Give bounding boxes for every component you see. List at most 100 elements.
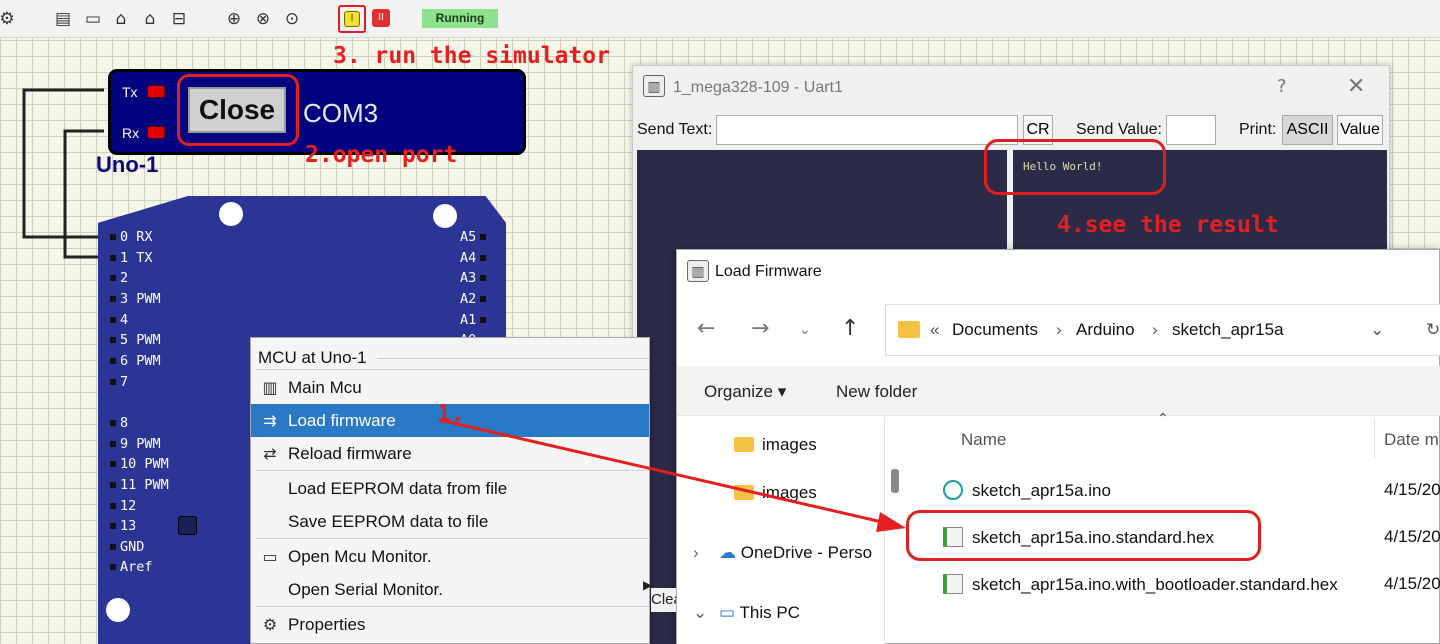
annotation-step2: 2.open port (305, 142, 458, 168)
board-pin[interactable]: GND (110, 539, 144, 555)
menu-separator (256, 369, 649, 370)
column-divider (1374, 418, 1375, 458)
board-pin[interactable]: 3 PWM (110, 291, 161, 307)
board-pin[interactable]: 8 (110, 415, 128, 431)
menu-item-reload-firmware[interactable]: ⇄ Reload firmware (251, 437, 649, 470)
nav-onedrive[interactable]: ☁ OneDrive - Perso (719, 543, 872, 563)
menu-separator (256, 538, 649, 539)
gear-icon: ⚙ (262, 615, 278, 634)
column-name[interactable]: Name (961, 430, 1006, 450)
board-pin[interactable]: Aref (110, 559, 153, 575)
file-date: 4/15/20 (1384, 527, 1440, 546)
board-pin-analog[interactable]: A2 (460, 291, 487, 307)
zoom-in-icon[interactable]: ⊕ (223, 8, 245, 30)
chevron-down-icon[interactable]: ⌄ (1370, 320, 1384, 340)
reload-icon: ⇄ (263, 444, 277, 463)
board-pin[interactable]: 11 PWM (110, 477, 169, 493)
menu-item-open-mcu-monitor[interactable]: ▭ Open Mcu Monitor. (251, 540, 649, 573)
forward-icon[interactable]: → (751, 316, 769, 341)
board-pin-analog[interactable]: A4 (460, 250, 487, 266)
rx-label: Rx (122, 125, 140, 141)
nav-this-pc[interactable]: ▭ This PC (719, 603, 800, 623)
menu-item-save-eeprom[interactable]: Save EEPROM data to file (251, 505, 649, 538)
send-value-input[interactable] (1166, 115, 1216, 145)
menu-item-load-eeprom[interactable]: Load EEPROM data from file (251, 472, 649, 505)
board-pin-analog[interactable]: A1 (460, 312, 487, 328)
mount-hole (219, 202, 243, 226)
overflow-icon[interactable]: « (930, 320, 939, 340)
dialog-title: Load Firmware (715, 263, 822, 280)
menu-item-properties[interactable]: ⚙ Properties (251, 608, 649, 641)
board-pin-analog[interactable]: A3 (460, 270, 487, 286)
column-date[interactable]: Date m (1384, 430, 1439, 450)
menu-item-open-serial-monitor[interactable]: Open Serial Monitor. (251, 573, 649, 606)
breadcrumb-item[interactable]: sketch_apr15a (1172, 320, 1284, 340)
mount-hole (106, 598, 130, 622)
power-button[interactable]: I (338, 5, 366, 33)
save-circuit-icon[interactable]: ⌂ (139, 8, 161, 30)
board-pin[interactable]: 6 PWM (110, 353, 161, 369)
board-pin[interactable]: 12 (110, 498, 136, 514)
send-text-input[interactable] (716, 115, 1018, 145)
collapse-icon[interactable]: ⌄ (693, 603, 707, 623)
file-date: 4/15/20 (1384, 574, 1440, 593)
board-pin[interactable]: 2 (110, 270, 128, 286)
refresh-icon[interactable]: ↻ (1426, 320, 1440, 340)
zoom-fit-icon[interactable]: ⊗ (252, 8, 274, 30)
breadcrumb-item[interactable]: Documents (952, 320, 1038, 340)
scrollbar-thumb[interactable] (891, 469, 899, 493)
zoom-reset-icon[interactable]: ⊙ (281, 8, 303, 30)
address-bar[interactable]: « Documents › Arduino › sketch_apr15a ⌄ … (885, 304, 1440, 356)
organize-menu[interactable]: Organize ▾ (704, 382, 786, 402)
cloud-icon: ☁ (719, 543, 736, 562)
led-13 (178, 516, 197, 535)
close-icon[interactable]: ✕ (1347, 74, 1365, 99)
rx-led (147, 126, 165, 139)
clear-button-partial[interactable]: Clear (651, 588, 676, 612)
nav-folder[interactable]: images (734, 435, 817, 455)
mcu-context-menu: MCU at Uno-1 ▥ Main Mcu ⇉ Load firmware ⇄ R… (250, 337, 650, 644)
save-as-icon[interactable]: ⊟ (168, 8, 190, 30)
board-pin[interactable]: 9 PWM (110, 436, 161, 452)
menu-item-main-mcu[interactable]: ▥ Main Mcu (251, 371, 649, 404)
port-name: COM3 (303, 98, 379, 128)
board-pin[interactable]: 13 (110, 518, 136, 534)
result-highlight (984, 139, 1166, 195)
print-label: Print: (1239, 121, 1277, 138)
file-row[interactable]: sketch_apr15a.ino (943, 480, 1111, 501)
board-pin[interactable]: 1 TX (110, 250, 153, 266)
chevron-down-icon[interactable]: ⌄ (799, 322, 811, 338)
file-row[interactable]: sketch_apr15a.ino.with_bootloader.standa… (943, 574, 1338, 595)
sort-arrow-icon: ⌃ (1157, 410, 1169, 426)
expand-icon[interactable]: › (693, 543, 699, 563)
back-icon[interactable]: ← (697, 316, 715, 341)
board-pin-analog[interactable]: A5 (460, 229, 487, 245)
annotation-step1: 1. (437, 401, 465, 427)
board-pin[interactable]: 4 (110, 312, 128, 328)
menu-separator (256, 606, 649, 607)
computer-icon: ▭ (719, 603, 736, 622)
board-pin[interactable]: 0 RX (110, 229, 153, 245)
close-port-button[interactable]: Close (188, 87, 286, 133)
help-icon[interactable]: ? (1277, 76, 1287, 97)
folder-icon (734, 437, 754, 452)
arduino-icon (943, 480, 963, 500)
tx-label: Tx (122, 84, 138, 100)
send-value-label: Send Value: (1076, 121, 1162, 138)
nav-folder[interactable]: images (734, 483, 817, 503)
ascii-button[interactable]: ASCII (1282, 115, 1333, 145)
board-pin[interactable]: 10 PWM (110, 456, 169, 472)
status-badge: Running (422, 9, 498, 28)
new-folder-button[interactable]: New folder (836, 382, 917, 402)
pause-button[interactable]: II (372, 9, 390, 27)
menu-header: MCU at Uno-1 (258, 348, 367, 367)
folder-icon (734, 485, 754, 500)
breadcrumb-item[interactable]: Arduino (1076, 320, 1135, 340)
up-icon[interactable]: ↑ (841, 316, 859, 341)
board-pin[interactable]: 5 PWM (110, 332, 161, 348)
board-pin[interactable]: 7 (110, 374, 128, 390)
chevron-right-icon: › (1152, 320, 1158, 339)
load-icon: ⇉ (263, 411, 277, 430)
load-firmware-dialog: ▥ Load Firmware ← → ⌄ ↑ « Documents › Ar… (676, 249, 1440, 644)
value-button[interactable]: Value (1337, 115, 1383, 145)
